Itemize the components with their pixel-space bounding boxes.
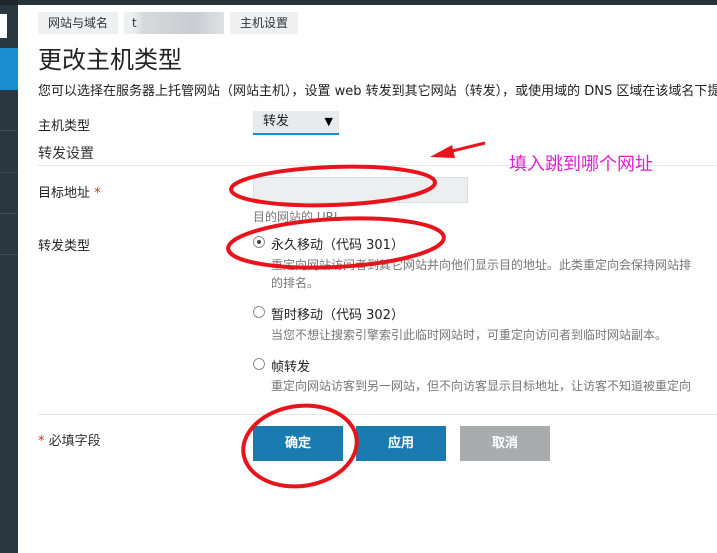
apply-button[interactable]: 应用 xyxy=(356,426,446,461)
host-type-select[interactable]: 转发 ▼ xyxy=(253,111,339,135)
sidebar-divider xyxy=(0,130,18,131)
radio-temporary-302[interactable] xyxy=(253,306,265,318)
required-fields-note-text: 必填字段 xyxy=(48,434,101,449)
required-star: * xyxy=(38,434,45,449)
forwarding-section-title: 转发设置 xyxy=(38,146,94,162)
radio-permanent-301-label[interactable]: 永久移动（代码 301） xyxy=(271,234,404,253)
required-star: * xyxy=(94,186,101,201)
breadcrumb-item-websites[interactable]: 网站与域名 xyxy=(38,12,119,34)
radio-permanent-301-desc-cont: 的排名。 xyxy=(271,276,320,290)
annotation-text: 填入跳到哪个网址 xyxy=(509,154,653,175)
target-address-hint: 目的网站的 URL xyxy=(253,210,341,224)
breadcrumb-item-domain[interactable]: t xyxy=(124,12,225,34)
radio-permanent-301-desc: 重定向网站访问者到其它网站并向他们显示目的地址。此类重定向会保持网站排 xyxy=(271,258,692,272)
radio-frame-forwarding[interactable] xyxy=(253,358,265,370)
target-address-label: 目标地址 * xyxy=(38,182,101,201)
breadcrumb-item-host-settings[interactable]: 主机设置 xyxy=(230,12,299,34)
radio-temporary-302-desc: 当您不想让搜索引擎索引此临时网站时，可重定向访问者到临时网站副本。 xyxy=(271,328,668,342)
ok-button[interactable]: 确定 xyxy=(253,426,343,461)
footer-divider xyxy=(38,414,717,415)
sidebar-logo-fragment xyxy=(0,14,7,38)
cancel-button[interactable]: 取消 xyxy=(460,426,550,461)
host-type-label: 主机类型 xyxy=(38,119,91,134)
page-title: 更改主机类型 xyxy=(38,46,182,74)
sidebar-active-item[interactable] xyxy=(0,48,18,90)
required-fields-note: * 必填字段 xyxy=(38,430,101,449)
annotation-arrow-line xyxy=(447,141,486,154)
radio-frame-forwarding-desc: 重定向网站访客到另一网站，但不向访客显示目标地址，让访客不知道被重定向 xyxy=(271,379,692,393)
sidebar-divider xyxy=(0,172,18,173)
redirect-type-label: 转发类型 xyxy=(38,239,91,254)
chevron-down-icon: ▼ xyxy=(324,115,333,128)
target-address-input[interactable] xyxy=(253,177,468,203)
host-type-selected-value: 转发 xyxy=(263,114,290,129)
target-address-label-text: 目标地址 xyxy=(38,186,91,201)
sidebar-divider xyxy=(0,213,18,214)
sidebar-top-strip xyxy=(0,0,18,5)
sidebar-divider xyxy=(0,254,18,255)
radio-temporary-302-label[interactable]: 暂时移动（代码 302） xyxy=(271,304,404,323)
top-strip xyxy=(18,0,717,5)
breadcrumb: 网站与域名 t 主机设置 xyxy=(38,12,304,34)
radio-permanent-301[interactable] xyxy=(253,236,265,248)
radio-frame-forwarding-label[interactable]: 帧转发 xyxy=(271,356,310,375)
sidebar xyxy=(0,0,18,553)
page-description: 您可以选择在服务器上托管网站（网站主机），设置 web 转发到其它网站（转发），… xyxy=(38,84,717,99)
annotation-arrow-head xyxy=(430,145,455,158)
